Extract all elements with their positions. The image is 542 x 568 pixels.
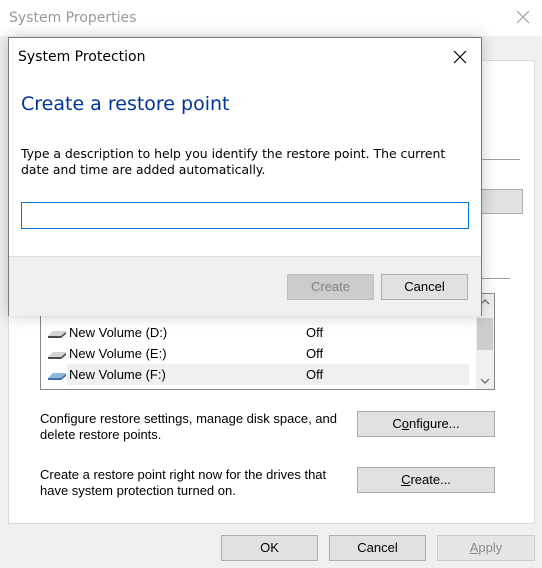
system-restore-button[interactable] [480, 189, 523, 214]
configure-accelerator: o [401, 416, 410, 431]
dialog-title: System Protection [18, 49, 146, 65]
configure-button[interactable]: Configure... [357, 411, 495, 437]
configure-label-post: nfigure... [409, 416, 460, 431]
apply-button[interactable]: Apply [437, 535, 535, 561]
drive-name: New Volume (F:) [69, 367, 166, 382]
cancel-button[interactable]: Cancel [329, 535, 426, 561]
close-icon [453, 50, 467, 64]
drive-list-row[interactable]: New Volume (D:) Off [41, 322, 471, 343]
system-properties-titlebar: System Properties [0, 0, 542, 36]
configure-label-pre: C [392, 416, 402, 431]
dialog-create-button[interactable]: Create [287, 274, 374, 300]
create-restore-point-dialog: System Protection Create a restore point… [8, 37, 482, 316]
drive-list-row[interactable]: New Volume (F:) Off [41, 364, 471, 385]
chevron-down-icon [480, 378, 490, 384]
scroll-thumb[interactable] [477, 318, 493, 350]
apply-label-post: pply [478, 540, 503, 555]
drive-name: New Volume (E:) [69, 346, 167, 361]
dialog-footer: Create Cancel [9, 256, 481, 316]
create-description: Create a restore point right now for the… [40, 467, 327, 498]
drive-list-row[interactable]: New Volume (G:) Off [41, 385, 471, 389]
dialog-heading: Create a restore point [21, 93, 230, 115]
scroll-down-button[interactable] [476, 372, 494, 389]
drive-protection-status: Off [306, 367, 324, 382]
drive-list-row[interactable]: New Volume (E:) Off [41, 343, 471, 364]
group-divider [480, 159, 520, 160]
drive-protection-status: Off [306, 388, 323, 389]
dialog-instructions: Type a description to help you identify … [21, 146, 446, 177]
drive-blue-icon [48, 373, 66, 380]
system-properties-title: System Properties [9, 10, 137, 26]
dialog-cancel-button[interactable]: Cancel [381, 274, 468, 300]
dialog-close-button[interactable] [449, 46, 471, 68]
drive-gray-icon [48, 331, 66, 338]
ok-button[interactable]: OK [221, 535, 318, 561]
close-icon [516, 10, 530, 24]
group-divider [480, 278, 510, 279]
create-label-post: reate... [410, 472, 451, 487]
configure-description: Configure restore settings, manage disk … [40, 411, 338, 442]
drive-protection-status: Off [306, 325, 324, 340]
restore-point-description-input[interactable] [21, 202, 469, 229]
drive-name: New Volume (D:) [69, 325, 168, 340]
drive-name: New Volume (G:) [69, 388, 168, 389]
system-properties-close-button[interactable] [512, 6, 534, 28]
create-restore-point-button[interactable]: Create... [357, 467, 495, 493]
drive-gray-icon [48, 352, 66, 359]
drive-protection-status: Off [306, 346, 324, 361]
